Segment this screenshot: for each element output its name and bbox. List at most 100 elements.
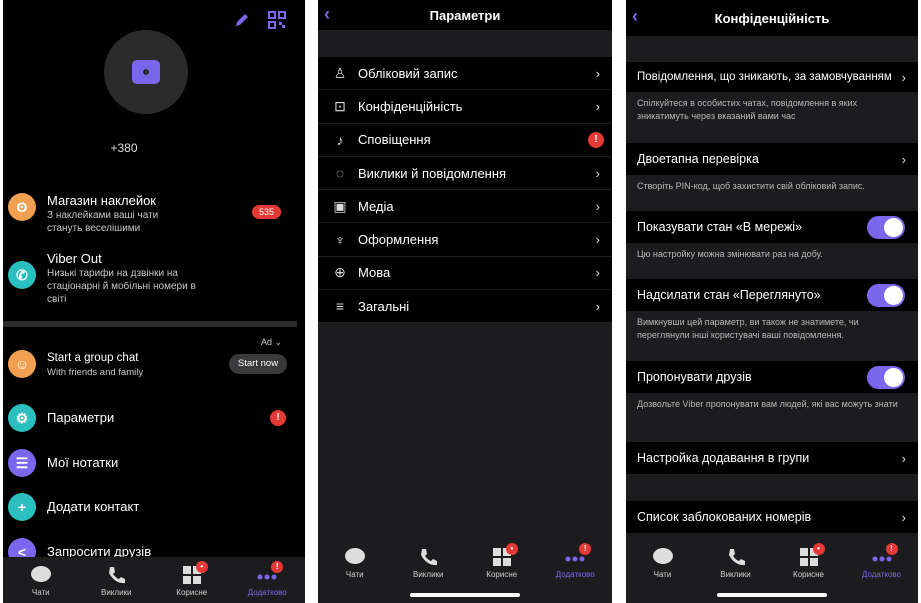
two-step-verification-row[interactable]: Двоетапна перевірка ›	[626, 143, 918, 175]
notes-item[interactable]: ☰ Мої нотатки	[3, 449, 305, 477]
chevron-right-icon: ›	[901, 151, 906, 167]
item-title: Параметри	[47, 410, 115, 425]
tab-label: Корисне	[486, 570, 518, 579]
tab-calls[interactable]: Виклики	[79, 557, 155, 603]
tab-label: Додатково	[861, 570, 902, 579]
tab-more[interactable]: ! Додатково	[845, 539, 918, 603]
image-icon: ▣	[333, 197, 347, 214]
section-divider	[3, 321, 297, 327]
edit-icon[interactable]	[233, 11, 251, 29]
item-subtitle: With friends and family	[47, 367, 144, 378]
sticker-count-badge: 535	[252, 205, 282, 219]
back-chevron-icon[interactable]: ‹	[324, 4, 330, 25]
row-description: Спілкуйтеся в особистих чатах, повідомле…	[637, 98, 858, 121]
row-label: Обліковий запис	[358, 65, 458, 81]
settings-list: ♙ Обліковий запис › ⊡ Конфіденційність › ♪ Сп…	[318, 57, 612, 324]
row-label: Настройка додавання в групи	[637, 451, 810, 465]
settings-row-calls-messages[interactable]: ◌ Виклики й повідомлення ›	[318, 157, 612, 191]
viber-out-item[interactable]: ✆ Viber Out Низькі тарифи на дзвінки на …	[3, 251, 305, 306]
gear-icon: ⚙	[8, 404, 36, 432]
online-status-toggle[interactable]	[867, 215, 905, 239]
tab-label: Чати	[345, 570, 364, 579]
brush-icon: ♆	[334, 231, 346, 248]
settings-item[interactable]: ⚙ Параметри	[3, 404, 305, 432]
tab-more[interactable]: ! Додатково	[230, 557, 306, 603]
row-label: Виклики й повідомлення	[358, 165, 507, 181]
suggest-friends-toggle[interactable]	[867, 365, 905, 389]
chevron-right-icon: ›	[595, 265, 600, 281]
group-add-settings-row[interactable]: Настройка додавання в групи ›	[626, 442, 918, 474]
chat-bubble-icon	[30, 566, 51, 582]
person-icon: ♙	[333, 64, 347, 81]
list-icon: ≡	[335, 298, 345, 315]
online-status-row: Показувати стан «В мережі»	[626, 211, 918, 243]
row-label: Повідомлення, що зникають, за замовчуван…	[637, 71, 892, 83]
phone-icon	[728, 549, 745, 566]
row-label: Надсилати стан «Переглянуто»	[637, 288, 821, 302]
settings-screen: ‹ Параметри ♙ Обліковий запис › ⊡ Конфіденц…	[318, 0, 612, 603]
item-title: Viber Out	[47, 251, 102, 266]
tab-badge: !	[271, 561, 284, 573]
settings-row-privacy[interactable]: ⊡ Конфіденційність ›	[318, 90, 612, 124]
chevron-right-icon: ›	[595, 232, 600, 248]
tab-bar: Чати Виклики • Корисне ! Додатково	[3, 557, 305, 603]
tab-chats[interactable]: Чати	[3, 557, 79, 603]
avatar[interactable]	[104, 30, 188, 114]
tab-more[interactable]: ! Додатково	[539, 539, 613, 603]
chevron-right-icon: ›	[901, 509, 906, 525]
settings-row-account[interactable]: ♙ Обліковий запис ›	[318, 57, 612, 91]
item-subtitle: Низькі тарифи на дзвінки на стаціонарні …	[47, 268, 196, 305]
settings-alert-badge: !	[270, 410, 286, 426]
tab-chats[interactable]: Чати	[318, 539, 392, 603]
notes-icon: ☰	[8, 449, 36, 477]
phone-icon	[421, 549, 438, 566]
sticker-bear-icon: ʘ	[8, 193, 36, 221]
item-title: Магазин наклейок	[47, 193, 156, 208]
item-title: Додати контакт	[47, 499, 140, 514]
chat-bubble-icon	[344, 548, 365, 564]
settings-row-notifications[interactable]: ♪ Сповіщення!	[318, 124, 612, 157]
add-contact-item[interactable]: + Додати контакт	[3, 493, 305, 521]
seen-status-toggle[interactable]	[867, 283, 905, 307]
item-title: Мої нотатки	[47, 455, 119, 470]
phone-icon: ✆	[8, 261, 36, 289]
home-indicator	[717, 593, 827, 597]
tab-badge: •	[195, 561, 208, 573]
tab-label: Корисне	[793, 570, 824, 579]
ad-label: Ad ⌄	[261, 337, 283, 347]
row-description: Вимкнувши цей параметр, ви також не знат…	[637, 317, 859, 340]
tab-explore[interactable]: • Корисне	[154, 557, 230, 603]
settings-row-language[interactable]: ⊕ Мова ›	[318, 257, 612, 291]
tab-badge: •	[505, 543, 518, 555]
row-label: Медіа	[358, 198, 394, 214]
settings-row-appearance[interactable]: ♆ Оформлення ›	[318, 223, 612, 257]
disappearing-messages-row[interactable]: Повідомлення, що зникають, за замовчуван…	[626, 62, 918, 92]
item-subtitle: З наклейками ваші чати стануть веселішим…	[47, 210, 159, 234]
row-label: Загальні	[358, 298, 410, 314]
camera-icon	[132, 60, 160, 84]
start-now-button[interactable]: Start now	[229, 354, 287, 374]
header: ‹ Конфіденційність	[626, 0, 918, 36]
row-label: Список заблокованих номерів	[637, 510, 812, 524]
row-description: Цю настройку можна змінювати раз на добу…	[637, 249, 823, 259]
chevron-right-icon: ›	[595, 298, 600, 314]
alert-badge: !	[588, 131, 604, 148]
blocked-numbers-row[interactable]: Список заблокованих номерів ›	[626, 501, 918, 533]
row-label: Двоетапна перевірка	[637, 152, 759, 166]
settings-row-media[interactable]: ▣ Медіа ›	[318, 190, 612, 224]
tab-badge: •	[812, 543, 825, 555]
row-label: Показувати стан «В мережі»	[637, 220, 803, 234]
settings-row-general[interactable]: ≡ Загальні ›	[318, 290, 612, 324]
chevron-right-icon: ›	[595, 65, 600, 81]
page-title: Параметри	[429, 7, 501, 23]
qr-code-icon[interactable]	[268, 11, 286, 29]
tab-chats[interactable]: Чати	[626, 539, 699, 603]
row-label: Мова	[358, 265, 391, 281]
privacy-screen: ‹ Конфіденційність Повідомлення, що зник…	[626, 0, 918, 603]
group-icon: ☺	[8, 350, 36, 378]
tab-badge: !	[579, 543, 592, 555]
back-chevron-icon[interactable]: ‹	[632, 6, 638, 27]
chat-icon: ◌	[335, 165, 345, 182]
chat-bubble-icon	[652, 548, 673, 564]
tab-label: Виклики	[413, 570, 444, 579]
